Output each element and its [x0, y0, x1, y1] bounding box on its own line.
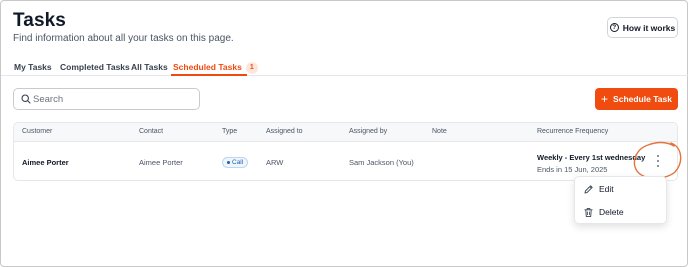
- tab-scheduled-tasks[interactable]: Scheduled Tasks 1: [173, 62, 258, 74]
- cell-customer: Aimee Porter: [22, 158, 69, 167]
- how-it-works-button[interactable]: ? How it works: [607, 17, 678, 38]
- how-it-works-label: How it works: [622, 22, 676, 33]
- plus-icon: +: [601, 92, 609, 106]
- menu-item-delete-label: Delete: [599, 207, 624, 217]
- pencil-icon: [584, 184, 593, 193]
- table-header: Customer Contact Type Assigned to Assign…: [14, 123, 677, 142]
- cell-recurrence-end: Ends in 15 Jun, 2025: [537, 165, 608, 174]
- tab-scheduled-tasks-label: Scheduled Tasks: [173, 62, 242, 72]
- type-badge-label: Call: [232, 159, 244, 166]
- cell-assigned-to: ARW: [266, 158, 284, 167]
- tab-completed-tasks[interactable]: Completed Tasks: [60, 62, 130, 72]
- menu-item-edit-label: Edit: [599, 184, 614, 194]
- active-tab-indicator: [171, 74, 247, 76]
- column-header-assigned-by: Assigned by: [349, 128, 388, 135]
- scheduled-tasks-table: Customer Contact Type Assigned to Assign…: [13, 122, 678, 181]
- menu-item-delete[interactable]: Delete: [575, 201, 668, 223]
- column-header-recurrence: Recurrence Frequency: [537, 128, 609, 135]
- scheduled-count-badge: 1: [245, 62, 258, 74]
- type-badge: Call: [222, 157, 249, 168]
- search-icon: [21, 94, 31, 104]
- column-header-customer: Customer: [22, 128, 53, 135]
- cell-recurrence: Weekly - Every 1st wednesday: [537, 153, 646, 162]
- column-header-assigned-to: Assigned to: [266, 128, 303, 135]
- row-actions-kebab-icon[interactable]: [654, 155, 662, 167]
- column-header-contact: Contact: [139, 128, 164, 135]
- page-subtitle: Find information about all your tasks on…: [13, 33, 234, 44]
- question-icon: ?: [609, 23, 619, 32]
- menu-item-edit[interactable]: Edit: [575, 178, 668, 200]
- page-title: Tasks: [13, 10, 66, 31]
- schedule-task-label: Schedule Task: [613, 94, 672, 104]
- column-header-type: Type: [222, 128, 238, 135]
- app-frame: Tasks Find information about all your ta…: [0, 0, 688, 267]
- call-dot-icon: [227, 161, 230, 164]
- cell-contact: Aimee Porter: [139, 158, 183, 167]
- search-box[interactable]: [13, 88, 200, 110]
- schedule-task-button[interactable]: + Schedule Task: [595, 88, 678, 110]
- row-actions-menu: Edit Delete: [574, 176, 667, 224]
- search-input[interactable]: [33, 91, 193, 107]
- tab-all-tasks[interactable]: All Tasks: [131, 62, 168, 72]
- column-header-note: Note: [432, 128, 447, 135]
- tab-my-tasks[interactable]: My Tasks: [14, 62, 52, 72]
- trash-icon: [584, 207, 593, 217]
- tab-bar: My Tasks Completed Tasks All Tasks Sched…: [1, 57, 688, 76]
- cell-assigned-by: Sam Jackson (You): [349, 158, 414, 167]
